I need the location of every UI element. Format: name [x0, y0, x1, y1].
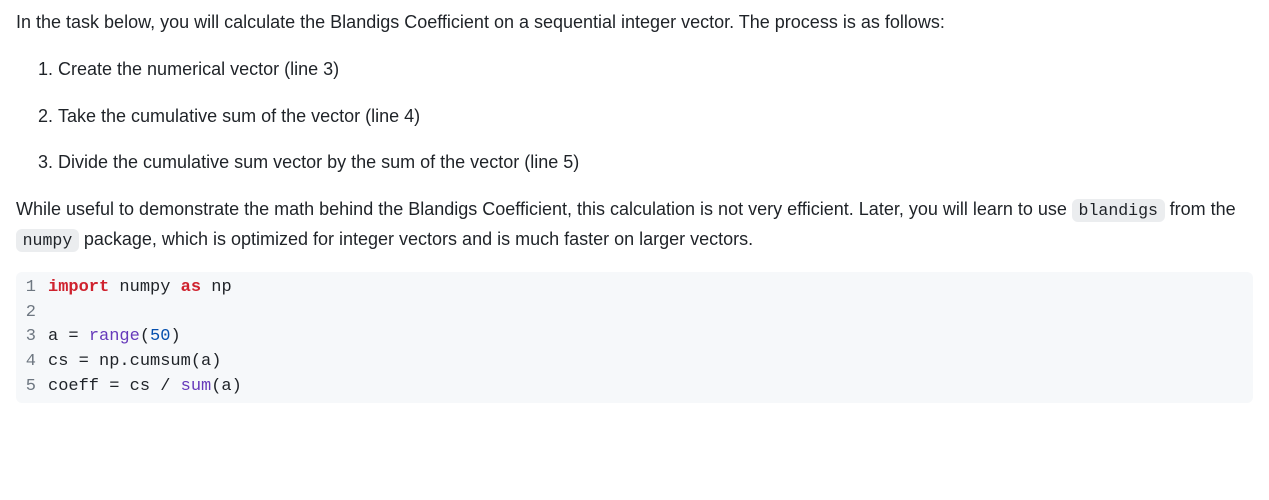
code-line: 4cs = np.cumsum(a)	[16, 350, 1253, 375]
inline-code-blandigs: blandigs	[1072, 199, 1165, 222]
steps-list: Create the numerical vector (line 3) Tak…	[16, 55, 1253, 177]
explanation-text: While useful to demonstrate the math beh…	[16, 199, 1072, 219]
intro-paragraph: In the task below, you will calculate th…	[16, 8, 1253, 37]
code-line: 3a = range(50)	[16, 325, 1253, 350]
line-number: 3	[16, 325, 44, 350]
explanation-paragraph: While useful to demonstrate the math beh…	[16, 195, 1253, 254]
code-content	[44, 301, 58, 326]
line-number: 1	[16, 276, 44, 301]
code-block: 1import numpy as np2 3a = range(50)4cs =…	[16, 272, 1253, 403]
code-content: import numpy as np	[44, 276, 232, 301]
inline-code-numpy: numpy	[16, 229, 79, 252]
code-line: 1import numpy as np	[16, 276, 1253, 301]
explanation-text: package, which is optimized for integer …	[79, 229, 753, 249]
code-line: 5coeff = cs / sum(a)	[16, 375, 1253, 400]
line-number: 5	[16, 375, 44, 400]
code-content: a = range(50)	[44, 325, 181, 350]
step-item: Create the numerical vector (line 3)	[58, 55, 1253, 84]
step-item: Divide the cumulative sum vector by the …	[58, 148, 1253, 177]
line-number: 4	[16, 350, 44, 375]
explanation-text: from the	[1165, 199, 1236, 219]
code-content: coeff = cs / sum(a)	[44, 375, 242, 400]
step-item: Take the cumulative sum of the vector (l…	[58, 102, 1253, 131]
line-number: 2	[16, 301, 44, 326]
code-line: 2	[16, 301, 1253, 326]
code-content: cs = np.cumsum(a)	[44, 350, 221, 375]
